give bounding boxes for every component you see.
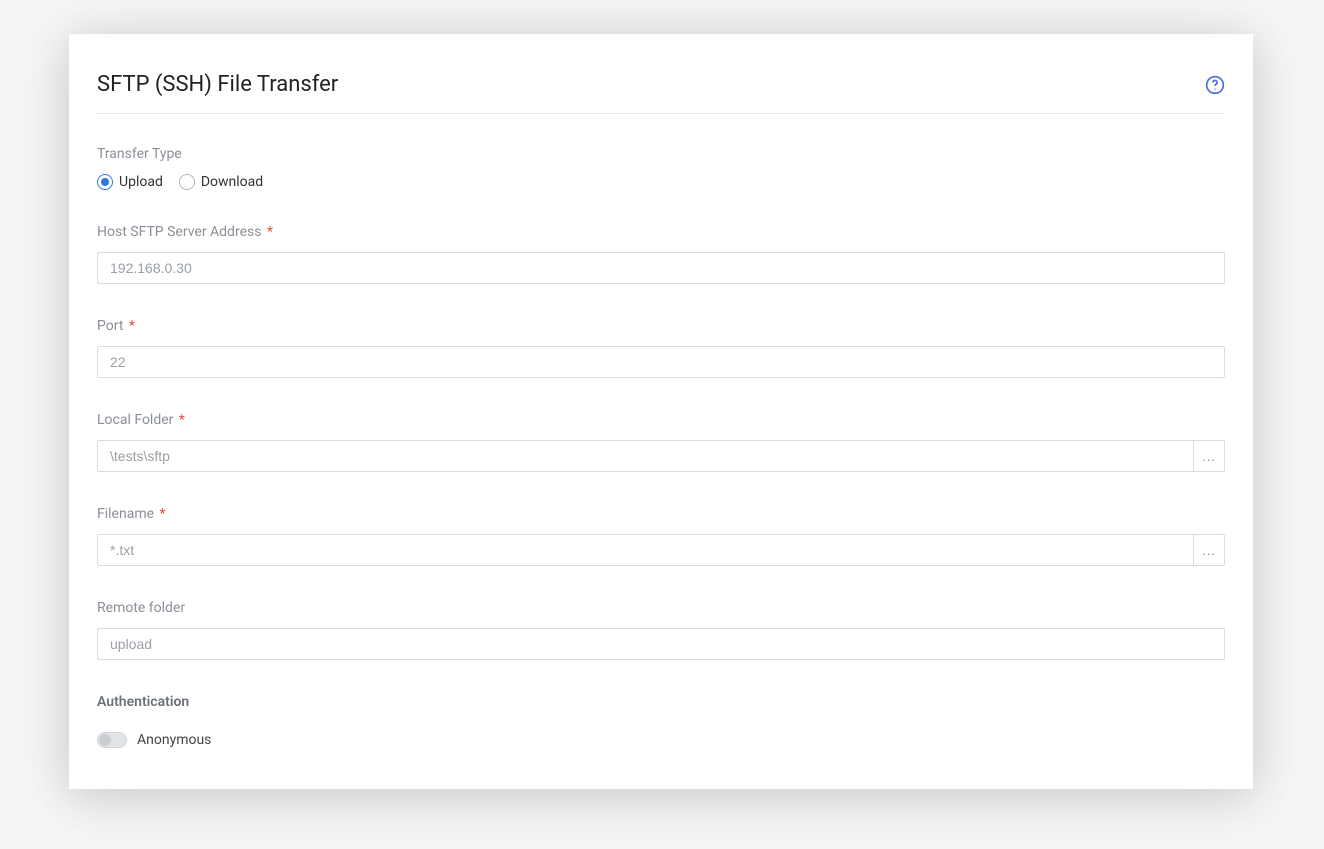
remote-folder-group: Remote folder [97, 600, 1225, 660]
toggle-knob-icon [99, 734, 111, 746]
anonymous-toggle-row: Anonymous [97, 732, 1225, 748]
local-folder-group: Local Folder * ... [97, 412, 1225, 472]
filename-label-text: Filename [97, 506, 154, 522]
port-input[interactable] [97, 346, 1225, 378]
filename-label: Filename * [97, 506, 1225, 522]
required-mark: * [267, 224, 273, 240]
transfer-type-group: Transfer Type Upload Download [97, 146, 1225, 190]
port-label: Port * [97, 318, 1225, 334]
required-mark: * [160, 506, 166, 522]
local-folder-browse-button[interactable]: ... [1193, 440, 1225, 472]
radio-circle-icon [97, 174, 113, 190]
radio-circle-icon [179, 174, 195, 190]
local-folder-label-text: Local Folder [97, 412, 173, 428]
filename-group: Filename * ... [97, 506, 1225, 566]
anonymous-toggle[interactable] [97, 732, 127, 748]
filename-input[interactable] [97, 534, 1193, 566]
transfer-type-options: Upload Download [97, 174, 1225, 190]
remote-folder-label: Remote folder [97, 600, 1225, 616]
radio-upload-label: Upload [119, 174, 163, 190]
radio-download-label: Download [201, 174, 263, 190]
radio-download[interactable]: Download [179, 174, 263, 190]
anonymous-label: Anonymous [137, 732, 211, 748]
local-folder-input[interactable] [97, 440, 1193, 472]
sftp-config-panel: SFTP (SSH) File Transfer Transfer Type U… [69, 34, 1253, 789]
help-icon[interactable] [1205, 75, 1225, 95]
host-group: Host SFTP Server Address * [97, 224, 1225, 284]
local-folder-label: Local Folder * [97, 412, 1225, 428]
host-label: Host SFTP Server Address * [97, 224, 1225, 240]
page-title: SFTP (SSH) File Transfer [97, 72, 338, 97]
host-input[interactable] [97, 252, 1225, 284]
local-folder-row: ... [97, 440, 1225, 472]
authentication-heading: Authentication [97, 694, 1225, 710]
filename-browse-button[interactable]: ... [1193, 534, 1225, 566]
panel-header: SFTP (SSH) File Transfer [97, 72, 1225, 114]
required-mark: * [179, 412, 185, 428]
host-label-text: Host SFTP Server Address [97, 224, 261, 240]
port-label-text: Port [97, 318, 123, 334]
remote-folder-input[interactable] [97, 628, 1225, 660]
transfer-type-label: Transfer Type [97, 146, 1225, 162]
filename-row: ... [97, 534, 1225, 566]
radio-upload[interactable]: Upload [97, 174, 163, 190]
port-group: Port * [97, 318, 1225, 378]
required-mark: * [129, 318, 135, 334]
